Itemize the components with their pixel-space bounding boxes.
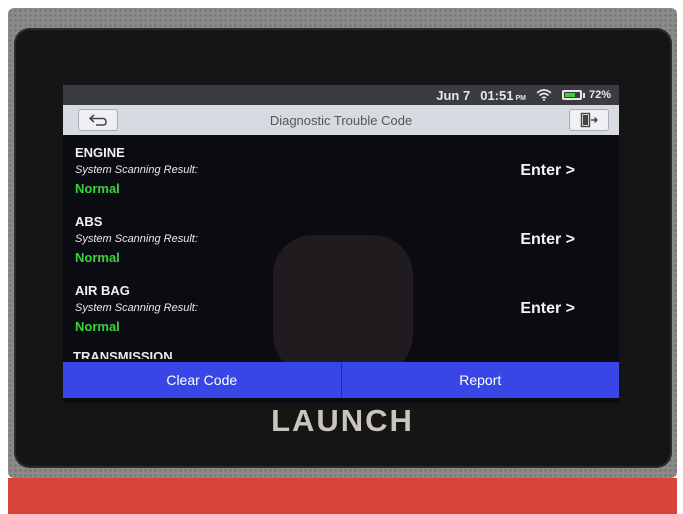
status-bar: Jun 7 01:51 PM 72% — [63, 85, 619, 105]
battery-fill — [564, 93, 576, 97]
system-status: Normal — [75, 319, 120, 334]
report-button[interactable]: Report — [340, 362, 619, 398]
action-bar: Clear Code Report — [63, 362, 619, 398]
battery-nub — [582, 92, 585, 98]
battery-indicator: 72% — [561, 89, 611, 101]
battery-percent: 72% — [588, 89, 611, 101]
system-name: ENGINE — [75, 145, 125, 160]
status-time: 01:51 PM — [480, 88, 526, 103]
enter-button[interactable]: Enter > — [520, 300, 575, 318]
system-item-transmission[interactable]: TRANSMISSION — [73, 349, 173, 359]
screen: Jun 7 01:51 PM 72% Diagnostic Trouble Co… — [63, 85, 619, 403]
enter-button[interactable]: Enter > — [520, 231, 575, 249]
title-bar: Diagnostic Trouble Code — [63, 105, 619, 135]
system-result-label: System Scanning Result: — [75, 233, 198, 245]
system-name: AIR BAG — [75, 283, 130, 298]
status-time-value: 01:51 — [480, 87, 514, 103]
battery-icon — [561, 90, 582, 100]
system-list: ENGINE System Scanning Result: Normal En… — [63, 137, 619, 359]
system-item-engine: ENGINE System Scanning Result: Normal En… — [63, 137, 619, 205]
wifi-icon — [536, 89, 552, 101]
back-button[interactable] — [78, 109, 118, 131]
brand-logo: LAUNCH — [271, 403, 414, 438]
exit-button[interactable] — [569, 109, 609, 131]
exit-icon — [580, 112, 598, 128]
status-date: Jun 7 — [436, 87, 471, 103]
system-status: Normal — [75, 250, 120, 265]
system-item-airbag: AIR BAG System Scanning Result: Normal E… — [63, 275, 619, 343]
system-result-label: System Scanning Result: — [75, 302, 198, 314]
system-name: ABS — [75, 214, 103, 229]
device-base — [8, 478, 677, 514]
enter-button[interactable]: Enter > — [520, 162, 575, 180]
page-title: Diagnostic Trouble Code — [269, 112, 413, 128]
system-status: Normal — [75, 181, 120, 196]
back-arrow-icon — [88, 114, 107, 126]
status-ampm: PM — [515, 94, 526, 102]
system-item-abs: ABS System Scanning Result: Normal Enter… — [63, 206, 619, 274]
clear-code-button[interactable]: Clear Code — [63, 362, 341, 398]
system-result-label: System Scanning Result: — [75, 164, 198, 176]
